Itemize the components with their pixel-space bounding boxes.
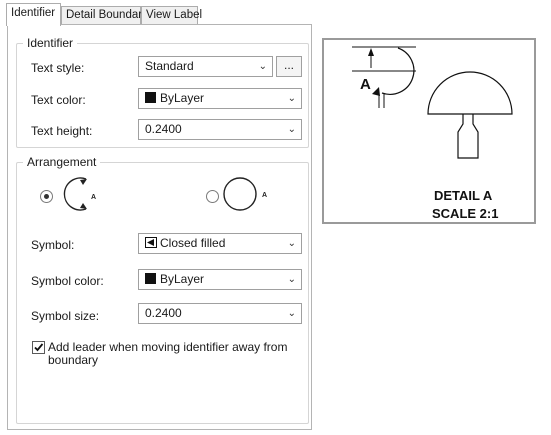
text-style-select[interactable]: Standard ⌄ <box>138 56 273 77</box>
checkmark-icon <box>34 343 44 352</box>
text-height-value: 0.2400 <box>145 122 182 136</box>
symbol-color-label: Symbol color: <box>31 274 104 288</box>
arrangement-left-letter: A <box>91 194 96 201</box>
symbol-select[interactable]: Closed filled ⌄ <box>138 233 302 254</box>
symbol-size-value: 0.2400 <box>145 306 182 320</box>
arrangement-group-title: Arrangement <box>23 155 101 169</box>
closed-filled-arrow-icon <box>145 237 157 248</box>
text-color-label: Text color: <box>31 93 86 107</box>
tab-view-label[interactable]: View Label <box>141 6 202 25</box>
chevron-down-icon: ⌄ <box>287 238 296 249</box>
arrangement-right-letter: A <box>262 192 267 199</box>
chevron-down-icon: ⌄ <box>287 93 296 104</box>
add-leader-label-line2: boundary <box>48 353 99 367</box>
preview-identifier-letter: A <box>360 76 371 93</box>
symbol-size-label: Symbol size: <box>31 309 100 323</box>
tab-strip: Identifier Detail Boundary View Label <box>0 0 551 26</box>
add-leader-label-line1: Add leader when moving identifier away f… <box>48 340 288 354</box>
symbol-color-value: ByLayer <box>160 272 205 286</box>
arrangement-option-left-radio[interactable] <box>40 190 53 203</box>
detail-preview: A DETAIL A SCALE 2:1 <box>322 38 536 224</box>
identifier-group-title: Identifier <box>23 36 78 50</box>
chevron-down-icon: ⌄ <box>287 308 296 319</box>
chevron-down-icon: ⌄ <box>287 124 296 135</box>
chevron-down-icon: ⌄ <box>258 61 267 72</box>
tab-detail-boundary[interactable]: Detail Boundary <box>61 6 148 25</box>
arrangement-right-icon: A <box>223 177 267 211</box>
text-style-label: Text style: <box>31 61 85 75</box>
text-style-browse-button[interactable]: ... <box>276 56 302 77</box>
chevron-down-icon: ⌄ <box>287 274 296 285</box>
tab-identifier[interactable]: Identifier <box>6 3 61 26</box>
text-color-value: ByLayer <box>160 91 205 105</box>
detail-preview-drawing: A <box>352 46 513 159</box>
text-color-select[interactable]: ByLayer ⌄ <box>138 88 302 109</box>
add-leader-checkbox[interactable] <box>32 341 45 354</box>
detail-scale: SCALE 2:1 <box>432 206 499 221</box>
arrangement-option-right-radio[interactable] <box>206 190 219 203</box>
symbol-value: Closed filled <box>160 236 226 250</box>
text-height-label: Text height: <box>31 124 93 138</box>
symbol-color-select[interactable]: ByLayer ⌄ <box>138 269 302 290</box>
symbol-label: Symbol: <box>31 238 75 252</box>
color-swatch <box>145 92 156 103</box>
text-height-input[interactable]: 0.2400 ⌄ <box>138 119 302 140</box>
text-style-value: Standard <box>145 59 194 73</box>
symbol-size-input[interactable]: 0.2400 ⌄ <box>138 303 302 324</box>
detail-title: DETAIL A <box>434 188 493 203</box>
color-swatch <box>145 273 156 284</box>
arrangement-left-icon: A <box>63 177 96 211</box>
